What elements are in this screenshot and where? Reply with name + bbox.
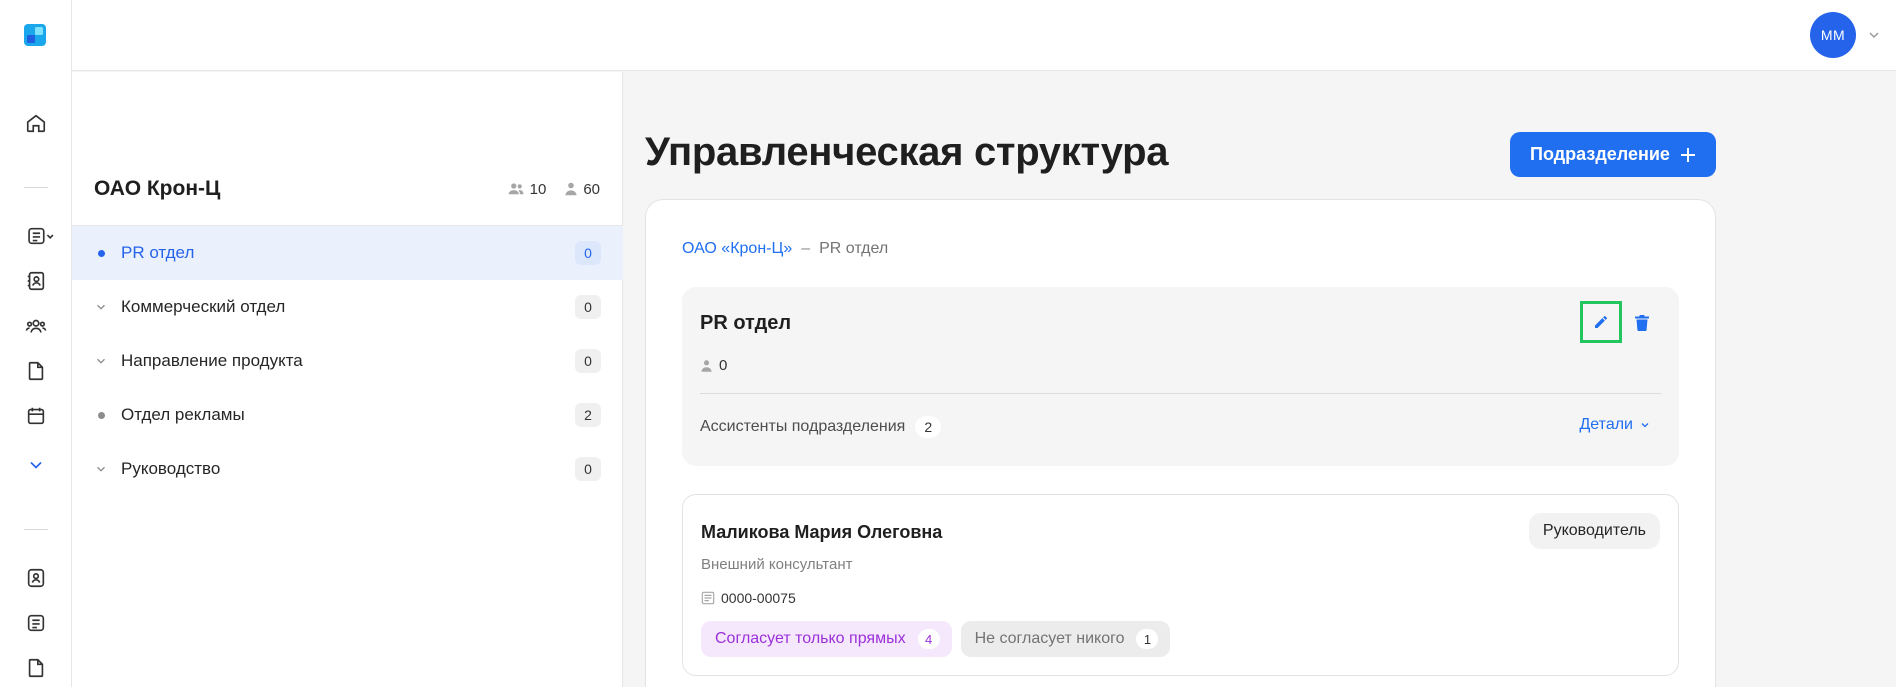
- documents-dropdown-icon[interactable]: [24, 224, 58, 248]
- breadcrumb-root-link[interactable]: ОАО «Крон-Ц»: [682, 240, 792, 258]
- department-list: PR отдел 0 Коммерческий отдел 0 Направле…: [72, 225, 623, 496]
- users-icon: [508, 183, 524, 195]
- item-count: 0: [575, 349, 601, 373]
- item-count: 0: [575, 241, 601, 265]
- groups-count: 10: [507, 181, 546, 198]
- add-department-button[interactable]: Подразделение: [1510, 132, 1716, 177]
- organization-stats: 10 60: [507, 181, 600, 198]
- tree-item-commercial[interactable]: Коммерческий отдел 0: [72, 280, 623, 334]
- home-icon[interactable]: [24, 111, 48, 135]
- bullet-icon: [90, 249, 112, 257]
- rail-divider: [24, 529, 48, 530]
- delete-department-button[interactable]: [1630, 311, 1654, 335]
- employee-name: Маликова Мария Олеговна: [701, 522, 943, 542]
- logo-icon[interactable]: [24, 24, 46, 46]
- person-icon: [701, 359, 712, 372]
- chevron-down-icon[interactable]: [90, 354, 112, 368]
- page-title: Управленческая структура: [645, 130, 1169, 174]
- department-name: PR отдел: [700, 312, 792, 334]
- breadcrumb-separator: –: [801, 240, 811, 257]
- plus-icon: [1680, 147, 1695, 162]
- approval-tags: Согласует только прямых 4 Не согласует н…: [701, 621, 1171, 657]
- top-bar: MM: [72, 0, 1896, 71]
- item-count: 0: [575, 295, 601, 319]
- organization-title: ОАО Крон-Ц: [94, 177, 221, 200]
- tree-item-pr[interactable]: PR отдел 0: [72, 226, 623, 280]
- tree-header: ОАО Крон-Ц 10 60: [94, 174, 600, 204]
- assistants-count: 2: [915, 416, 942, 438]
- chevron-down-icon[interactable]: [90, 462, 112, 476]
- employee-card[interactable]: Маликова Мария Олеговна Руководитель Вне…: [682, 494, 1679, 676]
- item-count: 0: [575, 457, 601, 481]
- breadcrumb-current: PR отдел: [819, 240, 889, 257]
- pencil-icon: [1595, 315, 1607, 328]
- employee-position: Внешний консультант: [701, 556, 853, 573]
- department-card: ОАО «Крон-Ц» – PR отдел PR отдел 0 Ассис…: [645, 199, 1716, 687]
- id-card-icon: [701, 591, 715, 605]
- approval-tag-none: Не согласует никого 1: [960, 621, 1171, 657]
- file-icon[interactable]: [24, 359, 48, 383]
- tree-item-product[interactable]: Направление продукта 0: [72, 334, 623, 388]
- list-icon[interactable]: [24, 611, 48, 635]
- structure-tree-panel: ОАО Крон-Ц 10 60 PR отдел 0 Коммерческий…: [72, 72, 623, 687]
- chevron-down-icon[interactable]: [24, 453, 48, 477]
- details-toggle[interactable]: Детали: [1579, 416, 1651, 434]
- department-summary: PR отдел 0 Ассистенты подразделения 2 Де…: [682, 287, 1679, 466]
- contacts-icon[interactable]: [24, 269, 48, 293]
- approval-tag-direct: Согласует только прямых 4: [701, 621, 952, 657]
- breadcrumb: ОАО «Крон-Ц» – PR отдел: [682, 240, 888, 258]
- file-icon[interactable]: [24, 656, 48, 680]
- left-rail: [0, 0, 72, 687]
- trash-icon: [1635, 315, 1649, 331]
- chevron-down-icon[interactable]: [90, 300, 112, 314]
- divider: [700, 393, 1661, 394]
- department-assistants: Ассистенты подразделения 2: [700, 416, 942, 438]
- tree-item-management[interactable]: Руководство 0: [72, 442, 623, 496]
- person-icon: [565, 182, 577, 196]
- tree-item-advertising[interactable]: Отдел рекламы 2: [72, 388, 623, 442]
- people-count: 60: [564, 181, 600, 198]
- avatar[interactable]: MM: [1810, 12, 1856, 58]
- calendar-icon[interactable]: [24, 404, 48, 428]
- profile-icon[interactable]: [24, 566, 48, 590]
- chevron-down-icon[interactable]: [1866, 27, 1882, 43]
- users-icon[interactable]: [24, 314, 48, 338]
- employee-id: 0000-00075: [701, 590, 796, 606]
- department-people-count: 0: [700, 357, 727, 374]
- edit-department-button[interactable]: [1580, 301, 1622, 343]
- item-count: 2: [575, 403, 601, 427]
- bullet-icon: [90, 411, 112, 419]
- rail-divider: [24, 187, 48, 188]
- tag-count: 4: [917, 629, 940, 649]
- chevron-down-icon: [1641, 423, 1649, 428]
- role-badge: Руководитель: [1528, 513, 1660, 549]
- tag-count: 1: [1136, 629, 1159, 649]
